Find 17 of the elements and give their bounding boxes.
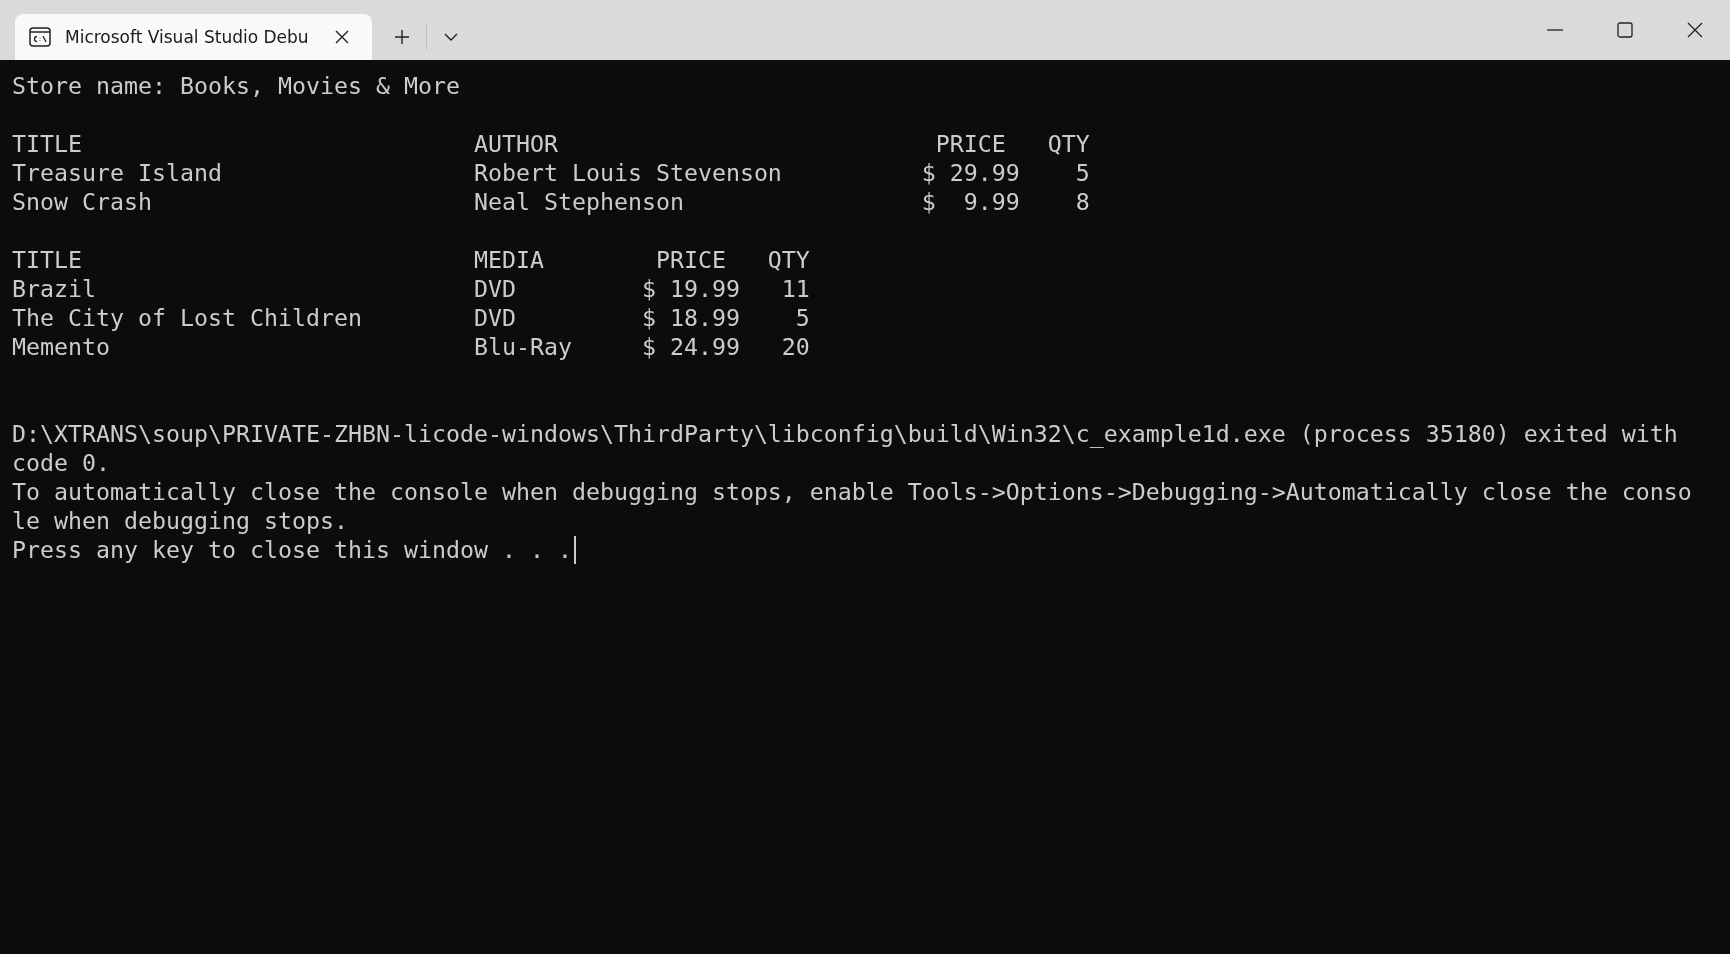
- console-line: Store name: Books, Movies & More: [12, 71, 460, 100]
- console-line: To automatically close the console when debugging stops, enable Tools->Options->Debugging->Automatically close the conso: [12, 477, 1692, 506]
- console-line: TITLE MEDIA PRICE QTY: [12, 245, 810, 274]
- text-cursor: [573, 535, 576, 564]
- tab-title: Microsoft Visual Studio Debu: [65, 27, 310, 47]
- console-line: The City of Lost Children DVD $ 18.99 5: [12, 303, 810, 332]
- console-line: code 0.: [12, 448, 110, 477]
- console-line: Memento Blu-Ray $ 24.99 20: [12, 332, 810, 361]
- console-line: TITLE AUTHOR PRICE QTY: [12, 129, 1090, 158]
- console-line: Brazil DVD $ 19.99 11: [12, 274, 810, 303]
- terminal-tab[interactable]: Microsoft Visual Studio Debu: [15, 14, 372, 60]
- console-line: D:\XTRANS\soup\PRIVATE-ZHBN-licode-windows\ThirdParty\libconfig\build\Win32\c_example1d.exe (process 35180) exited with: [12, 419, 1678, 448]
- console-line: Press any key to close this window . . .: [12, 535, 572, 564]
- console-line: Treasure Island Robert Louis Stevenson $ 29.99 5: [12, 158, 1090, 187]
- console-line: le when debugging stops.: [12, 506, 348, 535]
- console-icon: [29, 27, 51, 47]
- console-line: Snow Crash Neal Stephenson $ 9.99 8: [12, 187, 1090, 216]
